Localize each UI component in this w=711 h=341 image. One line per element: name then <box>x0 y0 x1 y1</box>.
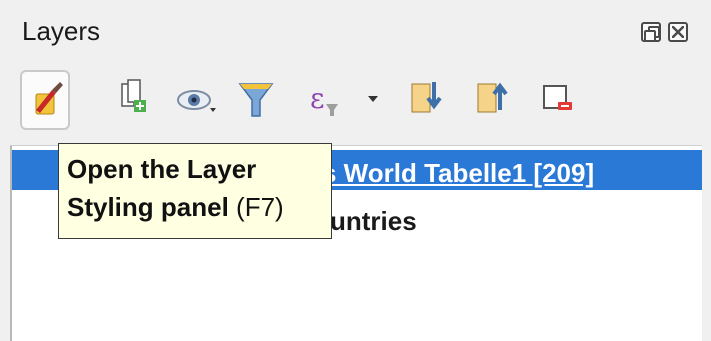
filter-legend-icon <box>238 83 274 117</box>
collapse-all-icon <box>477 82 508 113</box>
add-group-button[interactable] <box>112 70 162 130</box>
tooltip-shortcut: (F7) <box>228 192 284 222</box>
collapse-all-button[interactable] <box>470 70 520 130</box>
filter-by-expression-icon: ε <box>310 82 378 116</box>
style-layers-button[interactable] <box>20 70 70 130</box>
layer-label: s World Tabelle1 [209] <box>322 158 595 188</box>
style-layers-icon <box>35 82 63 115</box>
layers-panel: Layers ε s World Tabelle1 [209] untries … <box>0 0 711 341</box>
layer-label: untries <box>330 206 417 236</box>
close-panel-icon[interactable] <box>668 22 688 42</box>
expand-all-button[interactable] <box>404 70 454 130</box>
remove-layer-icon <box>543 85 572 110</box>
tooltip-line-2: Styling panel (F7) <box>67 188 323 226</box>
layers-toolbar: ε <box>20 70 700 130</box>
remove-layer-button[interactable] <box>536 70 586 130</box>
tooltip-bold-text: Styling panel <box>67 192 229 222</box>
expand-all-icon <box>411 82 442 113</box>
visibility-eye-icon <box>177 90 216 112</box>
tooltip-line-1: Open the Layer <box>67 154 257 184</box>
visibility-button[interactable] <box>170 70 220 130</box>
add-group-icon <box>121 79 146 112</box>
float-panel-icon[interactable] <box>641 22 661 42</box>
filter-legend-button[interactable] <box>232 70 282 130</box>
svg-text:ε: ε <box>310 82 325 115</box>
filter-expression-button[interactable]: ε <box>304 70 378 130</box>
panel-title: Layers <box>22 16 101 46</box>
tooltip: Open the Layer Styling panel (F7) <box>58 143 332 239</box>
